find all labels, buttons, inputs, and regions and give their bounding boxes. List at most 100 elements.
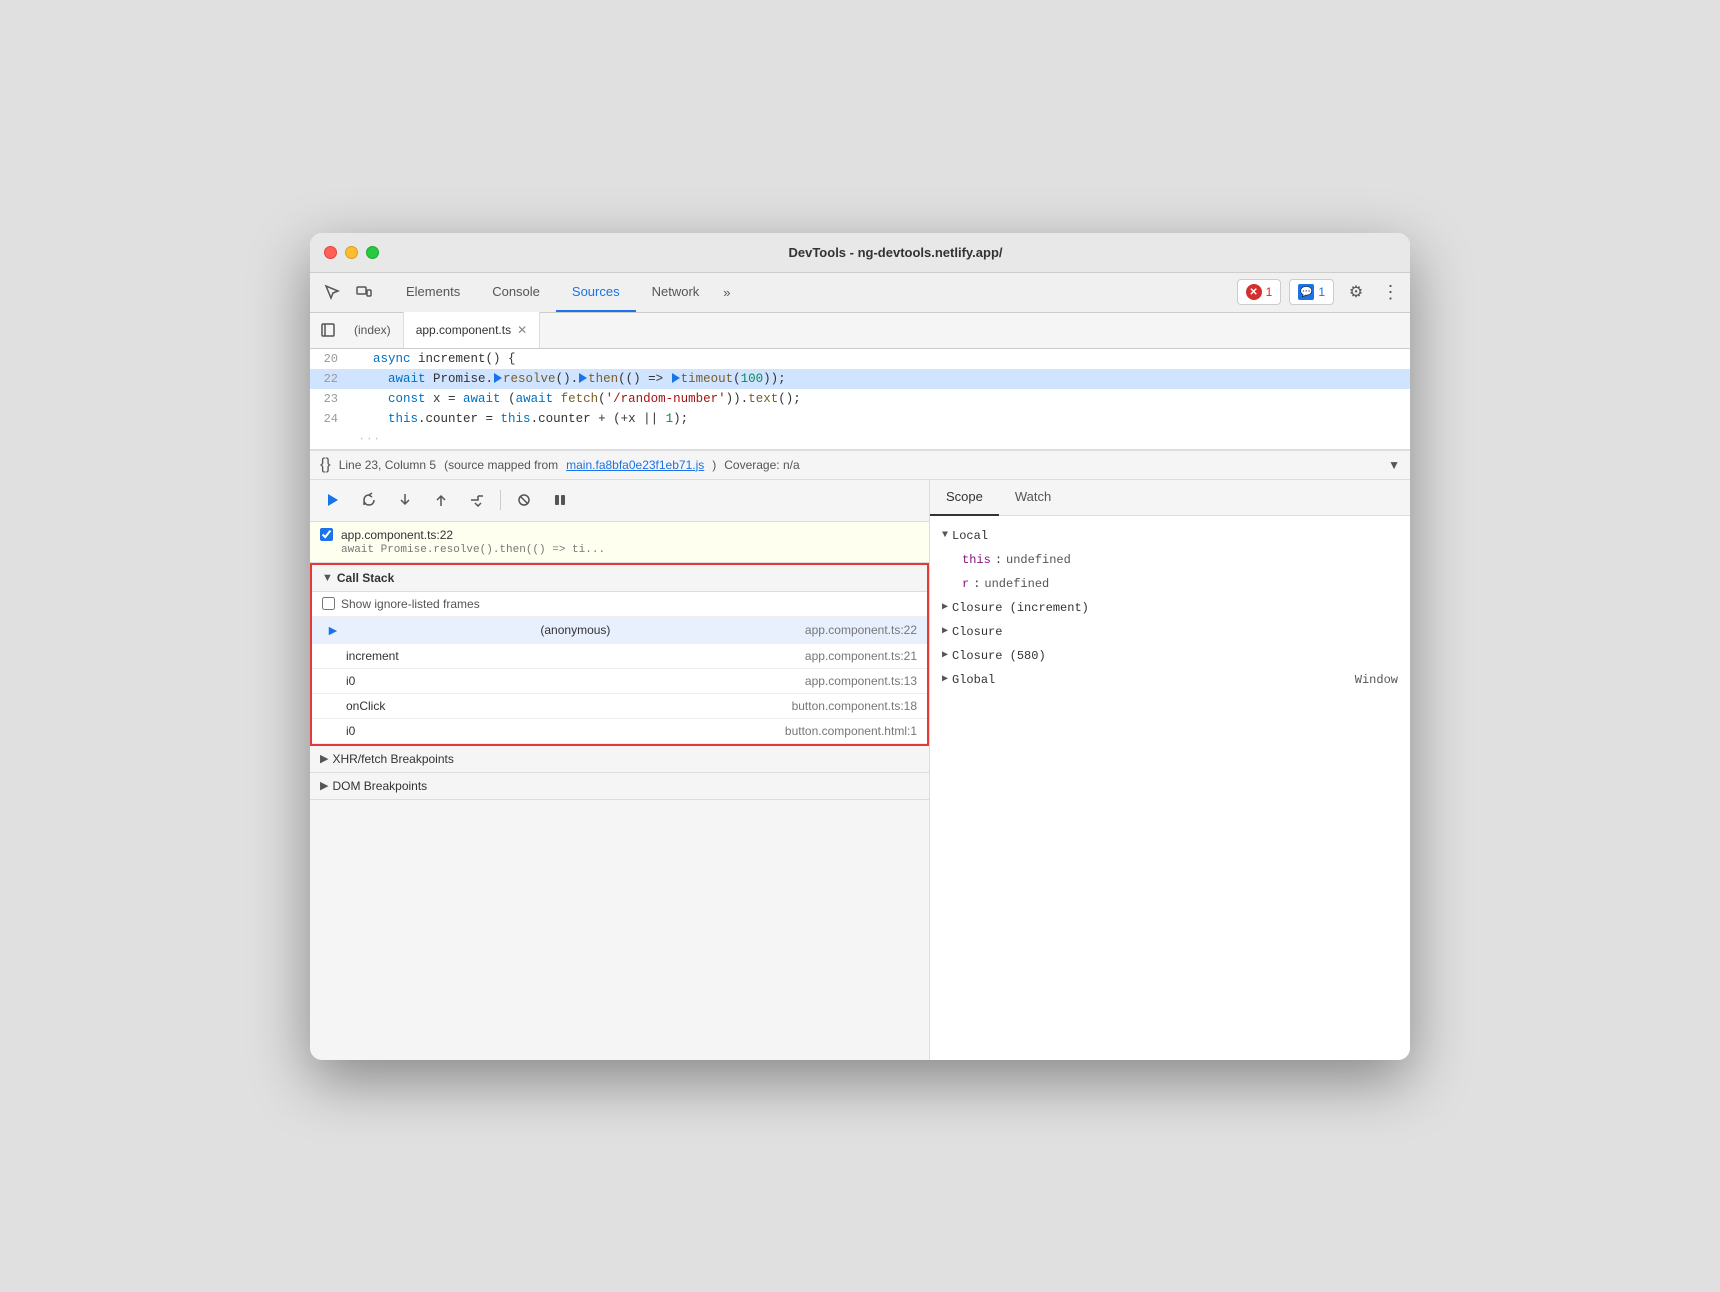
- scope-global[interactable]: ▶ Global Window: [942, 668, 1398, 692]
- step-into-button[interactable]: [392, 487, 418, 513]
- scope-closure-580-label: Closure (580): [952, 646, 1046, 666]
- cs-file-onclick: button.component.ts:18: [792, 699, 917, 713]
- scope-closure-580[interactable]: ▶ Closure (580): [942, 644, 1398, 668]
- xhr-arrow-icon: ▶: [320, 752, 328, 765]
- device-toggle-icon[interactable]: [350, 278, 378, 306]
- scope-closure-580-arrow-icon: ▶: [942, 646, 948, 666]
- line-content-24: this.counter = this.counter + (+x || 1);: [350, 409, 1410, 429]
- main-content: app.component.ts:22 await Promise.resolv…: [310, 480, 1410, 1060]
- code-editor: 20 async increment() { 22 await Promise.…: [310, 349, 1410, 450]
- error-icon: ✕: [1246, 284, 1262, 300]
- scope-r-val: undefined: [984, 574, 1049, 594]
- breakpoint-label: app.component.ts:22: [341, 528, 453, 542]
- tab-elements[interactable]: Elements: [390, 272, 476, 312]
- breakpoint-code: await Promise.resolve().then(() => ti...: [320, 544, 919, 556]
- dom-breakpoints-header[interactable]: ▶ DOM Breakpoints: [310, 773, 929, 799]
- step-button[interactable]: [464, 487, 490, 513]
- cs-item-onclick[interactable]: onClick button.component.ts:18: [312, 694, 927, 719]
- inspect-icon[interactable]: [318, 278, 346, 306]
- settings-button[interactable]: ⚙: [1342, 278, 1370, 306]
- file-tab-app-label: app.component.ts: [416, 323, 511, 337]
- code-line-24: 24 this.counter = this.counter + (+x || …: [310, 409, 1410, 429]
- cs-file-anonymous: app.component.ts:22: [805, 623, 917, 637]
- source-map-link[interactable]: main.fa8bfa0e23f1eb71.js: [566, 458, 704, 472]
- file-tab-index[interactable]: (index): [342, 312, 404, 348]
- ignore-frames-checkbox[interactable]: [322, 597, 335, 610]
- dom-breakpoints-section: ▶ DOM Breakpoints: [310, 773, 929, 800]
- ignore-frames-row: Show ignore-listed frames: [312, 592, 927, 617]
- xhr-breakpoints-label: XHR/fetch Breakpoints: [332, 752, 453, 766]
- devtools-window: DevTools - ng-devtools.netlify.app/ Elem…: [310, 233, 1410, 1060]
- breakpoints-section: app.component.ts:22 await Promise.resolv…: [310, 522, 929, 563]
- info-badge[interactable]: 💬 1: [1289, 279, 1334, 305]
- code-line-ellipsis: ···: [310, 429, 1410, 449]
- status-bar: {} Line 23, Column 5 (source mapped from…: [310, 450, 1410, 480]
- minimize-button[interactable]: [345, 246, 358, 259]
- call-stack-header[interactable]: ▼ Call Stack: [312, 565, 927, 592]
- xhr-breakpoints-header[interactable]: ▶ XHR/fetch Breakpoints: [310, 746, 929, 772]
- cs-name-anonymous: (anonymous): [540, 623, 610, 637]
- toolbar-icons: [318, 278, 378, 306]
- format-icon[interactable]: {}: [320, 456, 331, 474]
- file-tab-close-icon[interactable]: ✕: [517, 323, 527, 337]
- scope-closure-label: Closure: [952, 622, 1002, 642]
- close-button[interactable]: [324, 246, 337, 259]
- scope-this: this : undefined: [942, 548, 1398, 572]
- step-out-button[interactable]: [428, 487, 454, 513]
- main-toolbar: Elements Console Sources Network » ✕ 1 💬…: [310, 273, 1410, 313]
- line-content-dots: ···: [350, 429, 1410, 449]
- tab-network[interactable]: Network: [636, 272, 716, 312]
- tab-watch[interactable]: Watch: [999, 480, 1067, 516]
- scope-r: r : undefined: [942, 572, 1398, 596]
- line-num-22: 22: [310, 369, 350, 389]
- scope-global-label: Global: [952, 670, 995, 690]
- line-content-23: const x = await (await fetch('/random-nu…: [350, 389, 1410, 409]
- dropdown-icon[interactable]: ▼: [1388, 458, 1400, 472]
- scope-watch-tabs: Scope Watch: [930, 480, 1410, 516]
- cs-name-i0-2: i0: [326, 724, 355, 738]
- more-options-button[interactable]: ⋮: [1378, 278, 1402, 306]
- window-title: DevTools - ng-devtools.netlify.app/: [395, 245, 1396, 260]
- cs-file-i0-1: app.component.ts:13: [805, 674, 917, 688]
- code-line-23: 23 const x = await (await fetch('/random…: [310, 389, 1410, 409]
- resume-button[interactable]: [320, 487, 346, 513]
- code-lines: 20 async increment() { 22 await Promise.…: [310, 349, 1410, 449]
- source-map-text: (source mapped from: [444, 458, 558, 472]
- cs-active-arrow-icon: ►: [326, 622, 340, 638]
- cs-item-anonymous[interactable]: ► (anonymous) app.component.ts:22: [312, 617, 927, 644]
- toolbar-right: ✕ 1 💬 1 ⚙ ⋮: [1237, 278, 1402, 306]
- cs-item-increment[interactable]: increment app.component.ts:21: [312, 644, 927, 669]
- call-stack-section: ▼ Call Stack Show ignore-listed frames ►…: [310, 563, 929, 746]
- debug-sep-1: [500, 490, 501, 510]
- file-tab-app-component[interactable]: app.component.ts ✕: [404, 312, 540, 348]
- coverage-text: Coverage: n/a: [724, 458, 799, 472]
- maximize-button[interactable]: [366, 246, 379, 259]
- scope-this-val: undefined: [1006, 550, 1071, 570]
- tab-console[interactable]: Console: [476, 272, 556, 312]
- pause-on-exceptions-button[interactable]: [547, 487, 573, 513]
- scope-closure-increment-label: Closure (increment): [952, 598, 1089, 618]
- scope-closure[interactable]: ▶ Closure: [942, 620, 1398, 644]
- cs-item-i0-1[interactable]: i0 app.component.ts:13: [312, 669, 927, 694]
- more-tabs-button[interactable]: »: [715, 277, 738, 308]
- tab-scope[interactable]: Scope: [930, 480, 999, 516]
- deactivate-breakpoints-button[interactable]: [511, 487, 537, 513]
- scope-closure-increment-arrow-icon: ▶: [942, 598, 948, 618]
- scope-closure-increment[interactable]: ▶ Closure (increment): [942, 596, 1398, 620]
- step-over-button[interactable]: [356, 487, 382, 513]
- file-tab-sidebar-toggle[interactable]: [314, 316, 342, 344]
- tab-sources[interactable]: Sources: [556, 272, 636, 312]
- error-badge[interactable]: ✕ 1: [1237, 279, 1282, 305]
- xhr-breakpoints-section: ▶ XHR/fetch Breakpoints: [310, 746, 929, 773]
- code-line-20: 20 async increment() {: [310, 349, 1410, 369]
- dom-arrow-icon: ▶: [320, 779, 328, 792]
- scope-global-arrow-icon: ▶: [942, 670, 948, 690]
- scope-local-header[interactable]: ▼ Local: [942, 524, 1398, 548]
- cs-item-i0-2[interactable]: i0 button.component.html:1: [312, 719, 927, 744]
- file-tabs-row: (index) app.component.ts ✕: [310, 313, 1410, 349]
- main-tabs: Elements Console Sources Network »: [390, 272, 1237, 312]
- info-icon: 💬: [1298, 284, 1314, 300]
- code-line-22: 22 await Promise.resolve().then(() => ti…: [310, 369, 1410, 389]
- breakpoint-checkbox[interactable]: [320, 528, 333, 541]
- scope-content: ▼ Local this : undefined r : undefined ▶…: [930, 516, 1410, 700]
